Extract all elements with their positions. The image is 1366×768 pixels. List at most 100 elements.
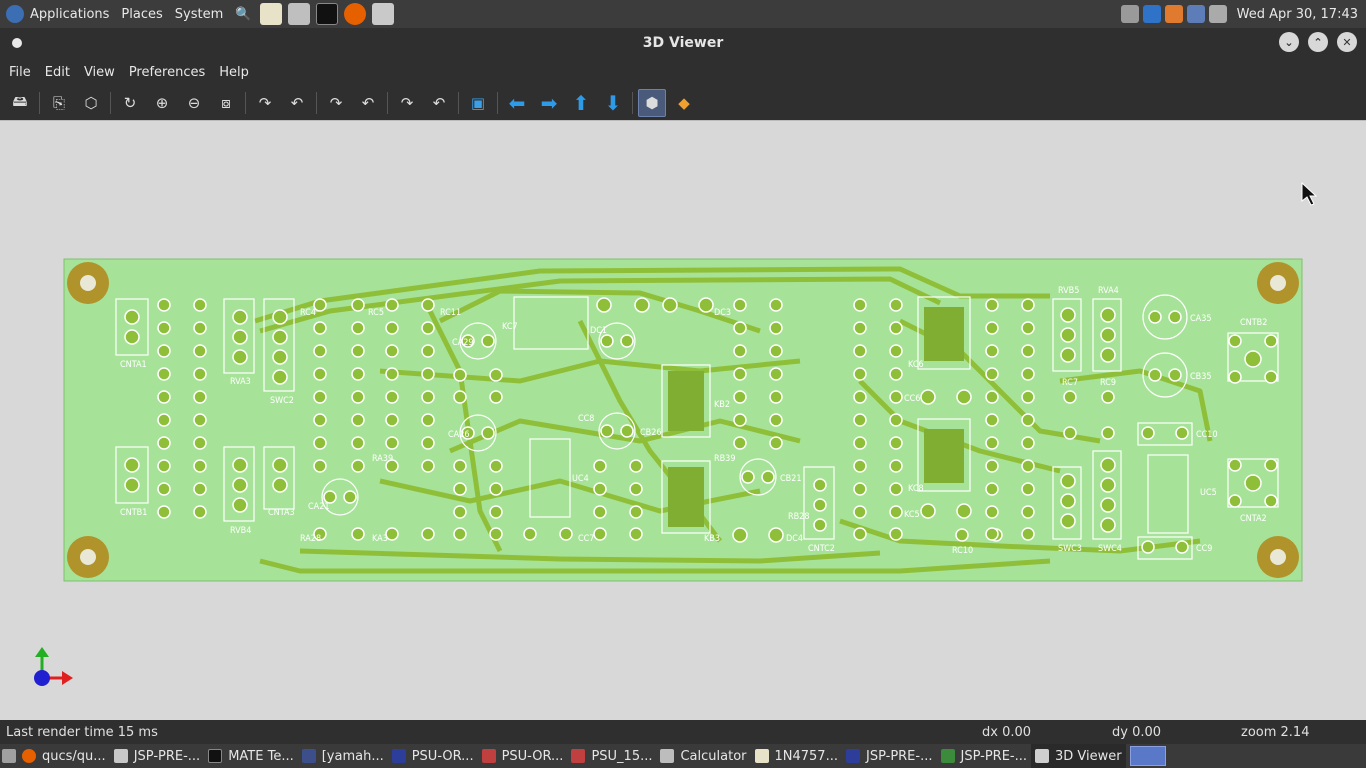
label-kc6: KC6 bbox=[908, 360, 924, 370]
show-desktop-button[interactable] bbox=[0, 744, 18, 768]
calculator-launcher-icon[interactable] bbox=[372, 3, 395, 25]
update-icon[interactable] bbox=[1164, 5, 1183, 23]
maximize-button[interactable]: ⌃ bbox=[1308, 32, 1328, 52]
pcb-editor-icon bbox=[940, 749, 955, 763]
status-bar: Last render time 15 ms dx 0.00 dy 0.00 z… bbox=[0, 720, 1366, 744]
menu-edit[interactable]: Edit bbox=[40, 65, 75, 80]
file-manager-launcher-icon[interactable] bbox=[288, 3, 311, 25]
label-rc7: RC7 bbox=[1062, 378, 1078, 388]
taskbar-item-psu-or-2[interactable]: PSU-OR... bbox=[478, 744, 568, 768]
taskbar-item-psu-or-1[interactable]: PSU-OR... bbox=[388, 744, 478, 768]
label-ra28: RA28 bbox=[300, 534, 321, 544]
kicad-icon bbox=[845, 749, 860, 763]
firefox-launcher-icon[interactable] bbox=[344, 3, 367, 25]
system-tray: Wed Apr 30, 17:43 bbox=[1120, 0, 1366, 28]
label-kb2: KB2 bbox=[714, 400, 730, 410]
pan-down-icon[interactable]: ⬇ bbox=[599, 89, 627, 117]
rotate-x-ccw-icon[interactable]: ↶ bbox=[283, 89, 311, 117]
clock[interactable]: Wed Apr 30, 17:43 bbox=[1237, 7, 1358, 22]
label-cnta3: CNTA3 bbox=[268, 508, 295, 518]
flip-board-icon[interactable]: ▣ bbox=[464, 89, 492, 117]
copy-image-icon[interactable]: ⎘ bbox=[45, 89, 73, 117]
3d-viewer-icon bbox=[1035, 749, 1050, 763]
orthographic-toggle-icon[interactable]: ⬢ bbox=[638, 89, 666, 117]
label-swc3: SWC3 bbox=[1058, 544, 1082, 554]
battery-icon[interactable] bbox=[1208, 5, 1227, 23]
search-launcher-icon[interactable]: 🔍 bbox=[232, 3, 254, 25]
close-button[interactable]: ✕ bbox=[1337, 32, 1357, 52]
zoom-fit-icon[interactable]: ⧇ bbox=[212, 89, 240, 117]
rotate-z-cw-icon[interactable]: ↷ bbox=[393, 89, 421, 117]
taskbar-item-3d-viewer[interactable]: 3D Viewer bbox=[1031, 744, 1126, 768]
label-uc4: UC4 bbox=[572, 474, 589, 484]
menu-view[interactable]: View bbox=[79, 65, 120, 80]
toolbar-separator bbox=[458, 92, 459, 114]
pan-up-icon[interactable]: ⬆ bbox=[567, 89, 595, 117]
distro-icon bbox=[6, 5, 24, 23]
menu-file[interactable]: File bbox=[4, 65, 36, 80]
label-ca21: CA21 bbox=[308, 502, 330, 512]
minimize-button[interactable]: ⌄ bbox=[1279, 32, 1299, 52]
terminal-icon bbox=[208, 749, 223, 763]
taskbar-item-psu-15[interactable]: PSU_15... bbox=[567, 744, 656, 768]
rotate-x-cw-icon[interactable]: ↷ bbox=[251, 89, 279, 117]
taskbar-item-qucs[interactable]: qucs/qu... bbox=[18, 744, 110, 768]
mouse-cursor-icon bbox=[1301, 181, 1318, 206]
label-uc5: UC5 bbox=[1200, 488, 1217, 498]
zoom-in-icon[interactable]: ⊕ bbox=[148, 89, 176, 117]
network-icon[interactable] bbox=[1186, 5, 1205, 23]
text-editor-launcher-icon[interactable] bbox=[260, 3, 283, 25]
document-icon bbox=[301, 749, 316, 763]
taskbar-item-jsp-pcb[interactable]: JSP-PRE-... bbox=[937, 744, 1032, 768]
menu-help[interactable]: Help bbox=[214, 65, 254, 80]
taskbar-item-jsp-folder[interactable]: JSP-PRE-... bbox=[110, 744, 205, 768]
rotate-y-ccw-icon[interactable]: ↶ bbox=[354, 89, 382, 117]
taskbar-item-calculator[interactable]: Calculator bbox=[656, 744, 750, 768]
label-rva4: RVA4 bbox=[1098, 286, 1119, 296]
taskbar-item-1n4757[interactable]: 1N4757... bbox=[751, 744, 842, 768]
schematic-icon bbox=[481, 749, 496, 763]
window-menu-dot-icon[interactable] bbox=[12, 38, 22, 48]
render-time-text: Last render time 15 ms bbox=[6, 725, 158, 740]
applications-menu[interactable]: Applications bbox=[0, 0, 115, 28]
places-menu[interactable]: Places bbox=[115, 0, 168, 28]
3d-viewport[interactable]: CNTA1 CNTB1 RVA3 RVB4 SWC2 CNTA3 RVB5 RV… bbox=[0, 120, 1366, 720]
layers-icon[interactable]: ◆ bbox=[670, 89, 698, 117]
window-titlebar[interactable]: 3D Viewer ⌄ ⌃ ✕ bbox=[0, 28, 1366, 58]
window-title: 3D Viewer bbox=[642, 35, 724, 51]
pcb-render[interactable]: CNTA1 CNTB1 RVA3 RVB4 SWC2 CNTA3 RVB5 RV… bbox=[0, 121, 1366, 721]
pan-right-icon[interactable]: ➡ bbox=[535, 89, 563, 117]
label-kb3: KB3 bbox=[704, 534, 720, 544]
system-menu[interactable]: System bbox=[169, 0, 229, 28]
label-kc7: KC7 bbox=[502, 322, 518, 332]
label-cb26: CB26 bbox=[640, 428, 662, 438]
label-rva3: RVA3 bbox=[230, 377, 251, 387]
desktop-icon bbox=[2, 749, 16, 763]
taskbar-item-yamaha[interactable]: [yamah... bbox=[298, 744, 388, 768]
menu-preferences[interactable]: Preferences bbox=[124, 65, 210, 80]
rotate-z-ccw-icon[interactable]: ↶ bbox=[425, 89, 453, 117]
rotate-y-cw-icon[interactable]: ↷ bbox=[322, 89, 350, 117]
label-ca35: CA35 bbox=[1190, 314, 1212, 324]
toolbar-separator bbox=[110, 92, 111, 114]
pan-left-icon[interactable]: ⬅ bbox=[503, 89, 531, 117]
taskbar-item-jsp-kicad[interactable]: JSP-PRE-... bbox=[842, 744, 937, 768]
label-dc3: DC3 bbox=[714, 308, 731, 318]
label-rc5: RC5 bbox=[368, 308, 384, 318]
workspace-1-icon bbox=[1129, 746, 1166, 766]
bluetooth-icon[interactable] bbox=[1142, 5, 1161, 23]
zoom-out-icon[interactable]: ⊖ bbox=[180, 89, 208, 117]
reload-icon[interactable]: ↻ bbox=[116, 89, 144, 117]
toolbar: 🖴 ⎘ ⬡ ↻ ⊕ ⊖ ⧇ ↷ ↶ ↷ ↶ ↷ ↶ ▣ ⬅ ➡ ⬆ ⬇ ⬢ ◆ bbox=[0, 86, 1366, 120]
taskbar-item-terminal[interactable]: MATE Te... bbox=[204, 744, 298, 768]
view-3d-cube-icon[interactable]: ⬡ bbox=[77, 89, 105, 117]
workspace-switcher[interactable] bbox=[1126, 744, 1170, 768]
label-cc9: CC9 bbox=[1196, 544, 1212, 554]
toolbar-separator bbox=[497, 92, 498, 114]
volume-icon[interactable] bbox=[1120, 5, 1139, 23]
export-image-icon[interactable]: 🖴 bbox=[6, 89, 34, 117]
label-kc8: KC8 bbox=[908, 484, 924, 494]
terminal-launcher-icon[interactable] bbox=[316, 3, 339, 25]
label-swc4: SWC4 bbox=[1098, 544, 1122, 554]
toolbar-separator bbox=[387, 92, 388, 114]
